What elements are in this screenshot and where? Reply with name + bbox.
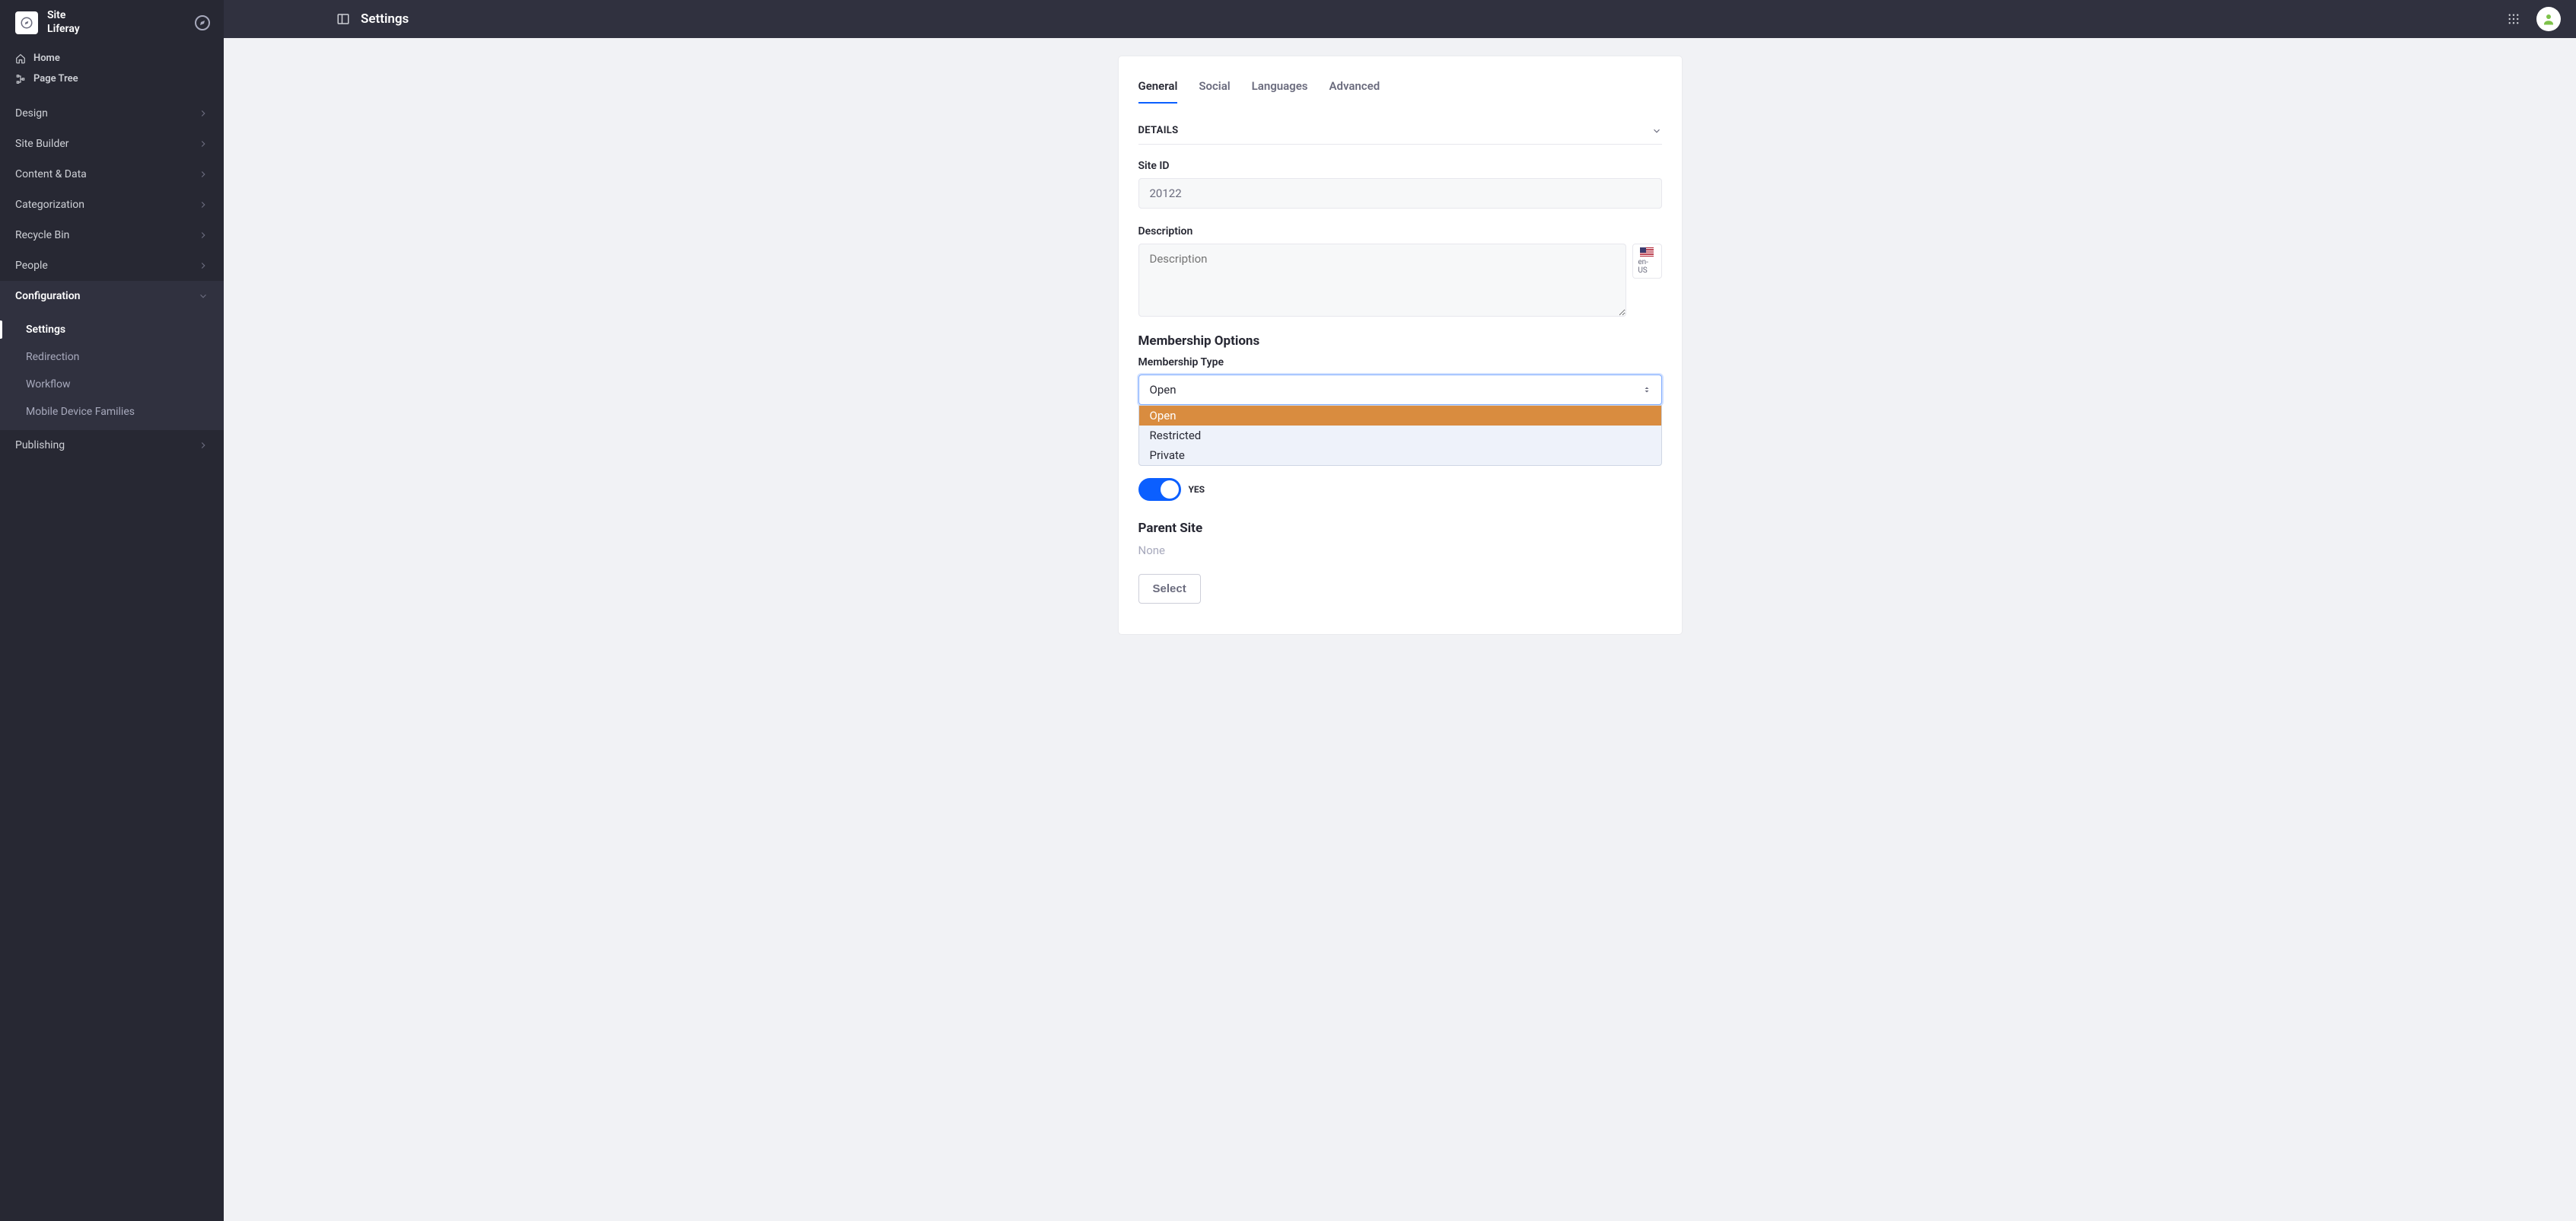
sidebar-nav: Design Site Builder Content & Data Categ… bbox=[0, 92, 224, 461]
compass-icon bbox=[193, 14, 212, 32]
membership-type-field: Membership Type Open Open Restricted Pri… bbox=[1138, 356, 1662, 405]
home-label: Home bbox=[33, 53, 60, 64]
sidebar-header: Site Liferay bbox=[0, 0, 224, 45]
topbar: Settings bbox=[224, 0, 2576, 38]
subnav-label: Redirection bbox=[26, 351, 79, 363]
subnav-workflow[interactable]: Workflow bbox=[0, 371, 224, 398]
chevron-right-icon bbox=[198, 199, 209, 210]
user-avatar[interactable] bbox=[2536, 7, 2561, 31]
chevron-right-icon bbox=[198, 108, 209, 119]
subnav-label: Mobile Device Families bbox=[26, 406, 135, 418]
description-label: Description bbox=[1138, 225, 1662, 238]
panel-icon[interactable] bbox=[336, 12, 350, 26]
chevron-right-icon bbox=[198, 440, 209, 451]
subnav-label: Settings bbox=[26, 324, 65, 336]
nav-label: Site Builder bbox=[15, 138, 69, 150]
tab-advanced[interactable]: Advanced bbox=[1329, 75, 1380, 104]
nav-design[interactable]: Design bbox=[0, 98, 224, 129]
nav-label: Design bbox=[15, 107, 48, 120]
tree-icon bbox=[15, 74, 26, 84]
apps-grid-icon bbox=[2507, 12, 2520, 26]
home-link[interactable]: Home bbox=[0, 48, 224, 69]
membership-option-restricted[interactable]: Restricted bbox=[1139, 426, 1661, 445]
site-id-input[interactable] bbox=[1138, 178, 1662, 209]
flag-us-icon bbox=[1640, 247, 1654, 257]
site-name: Liferay bbox=[47, 23, 184, 37]
toggle-value: YES bbox=[1189, 484, 1205, 495]
apps-button[interactable] bbox=[2501, 7, 2526, 31]
page-tree-link[interactable]: Page Tree bbox=[0, 69, 224, 89]
nav-label: People bbox=[15, 260, 48, 272]
membership-type-value: Open bbox=[1150, 383, 1177, 397]
membership-type-select-wrap: Open Open Restricted Private bbox=[1138, 375, 1662, 405]
nav-people[interactable]: People bbox=[0, 250, 224, 281]
chevron-down-icon bbox=[1651, 126, 1662, 136]
chevron-right-icon bbox=[198, 230, 209, 241]
site-id-field: Site ID bbox=[1138, 160, 1662, 209]
membership-type-dropdown: Open Restricted Private bbox=[1138, 405, 1662, 466]
membership-options-title: Membership Options bbox=[1138, 333, 1662, 349]
membership-option-open[interactable]: Open bbox=[1139, 406, 1661, 426]
home-icon bbox=[15, 53, 26, 64]
chevron-right-icon bbox=[198, 169, 209, 180]
settings-tabs: General Social Languages Advanced bbox=[1138, 75, 1662, 104]
nav-label: Publishing bbox=[15, 439, 65, 451]
settings-card: General Social Languages Advanced DETAIL… bbox=[1119, 56, 1682, 634]
nav-label: Content & Data bbox=[15, 168, 87, 180]
subnav-mobile-device-families[interactable]: Mobile Device Families bbox=[0, 398, 224, 426]
nav-configuration-subnav: Settings Redirection Workflow Mobile Dev… bbox=[0, 311, 224, 430]
nav-content-data[interactable]: Content & Data bbox=[0, 159, 224, 190]
sidebar: Site Liferay Home bbox=[0, 0, 224, 1221]
subnav-settings[interactable]: Settings bbox=[0, 316, 224, 343]
site-id-label: Site ID bbox=[1138, 160, 1662, 172]
tab-general[interactable]: General bbox=[1138, 75, 1178, 104]
tab-social[interactable]: Social bbox=[1199, 75, 1230, 104]
nav-site-builder[interactable]: Site Builder bbox=[0, 129, 224, 159]
nav-categorization[interactable]: Categorization bbox=[0, 190, 224, 220]
language-selector[interactable]: en-US bbox=[1632, 244, 1661, 279]
page-tree-label: Page Tree bbox=[33, 73, 78, 84]
description-field: Description en-US bbox=[1138, 225, 1662, 317]
compass-icon bbox=[20, 16, 33, 30]
select-parent-button[interactable]: Select bbox=[1138, 574, 1201, 604]
quick-links: Home Page Tree bbox=[0, 45, 224, 92]
chevron-right-icon bbox=[198, 260, 209, 271]
toggle-row: YES bbox=[1138, 478, 1662, 501]
nav-recycle-bin[interactable]: Recycle Bin bbox=[0, 220, 224, 250]
site-logo[interactable] bbox=[15, 11, 38, 34]
chevron-right-icon bbox=[198, 139, 209, 149]
nav-configuration[interactable]: Configuration bbox=[0, 281, 224, 311]
details-section-header[interactable]: DETAILS bbox=[1138, 117, 1662, 145]
sidebar-compass-button[interactable] bbox=[193, 14, 212, 32]
parent-site-title: Parent Site bbox=[1138, 521, 1662, 536]
description-input[interactable] bbox=[1138, 244, 1627, 317]
site-title: Site Liferay bbox=[47, 9, 184, 36]
toggle-knob bbox=[1161, 480, 1179, 499]
site-label: Site bbox=[47, 9, 184, 23]
manual-membership-toggle[interactable] bbox=[1138, 478, 1181, 501]
membership-type-label: Membership Type bbox=[1138, 356, 1662, 368]
nav-label: Configuration bbox=[15, 290, 80, 302]
subnav-redirection[interactable]: Redirection bbox=[0, 343, 224, 371]
details-title: DETAILS bbox=[1138, 125, 1179, 136]
lang-code: en-US bbox=[1638, 258, 1656, 275]
nav-label: Categorization bbox=[15, 199, 84, 211]
nav-label: Recycle Bin bbox=[15, 229, 69, 241]
membership-type-select[interactable]: Open bbox=[1138, 375, 1662, 405]
nav-publishing[interactable]: Publishing bbox=[0, 430, 224, 461]
membership-option-private[interactable]: Private bbox=[1139, 445, 1661, 465]
content[interactable]: General Social Languages Advanced DETAIL… bbox=[224, 38, 2576, 1221]
tab-languages[interactable]: Languages bbox=[1252, 75, 1308, 104]
parent-site-value: None bbox=[1138, 544, 1662, 557]
chevron-down-icon bbox=[198, 291, 209, 301]
user-icon bbox=[2542, 12, 2555, 26]
main: Settings General Social bbox=[224, 0, 2576, 1221]
page-title: Settings bbox=[361, 11, 409, 27]
subnav-label: Workflow bbox=[26, 378, 71, 391]
